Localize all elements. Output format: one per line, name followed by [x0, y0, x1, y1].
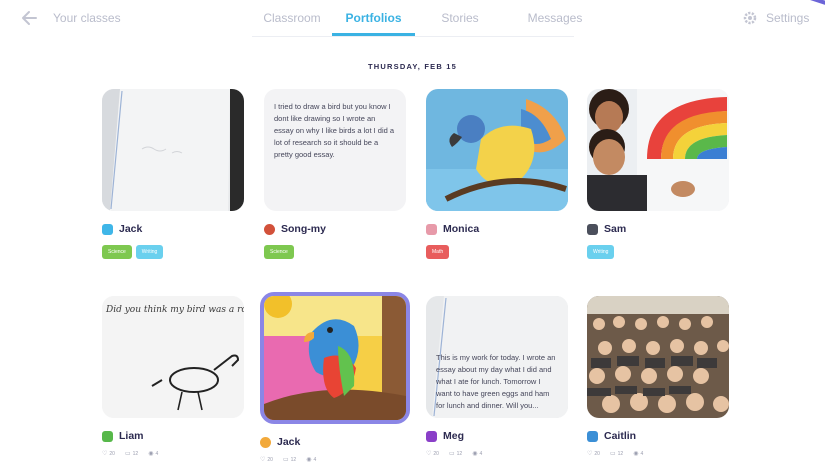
- tag-badge[interactable]: Writing: [135, 245, 164, 259]
- note-text: This is my work for today. I wrote an es…: [436, 353, 556, 410]
- comment-icon: ▭: [124, 451, 131, 457]
- student-name[interactable]: Caitlin: [604, 430, 636, 442]
- post-thumbnail[interactable]: [587, 296, 729, 418]
- tab-bar: Classroom Portfolios Stories Messages: [252, 0, 605, 38]
- settings-link[interactable]: Settings: [766, 11, 809, 25]
- post-stats: ♡ 20 ▭ 12 ◉ 4: [426, 450, 568, 458]
- tab-portfolios[interactable]: Portfolios: [332, 0, 415, 36]
- rainbow-photo-image: [587, 89, 729, 211]
- student-avatar: [102, 223, 113, 235]
- post-thumbnail[interactable]: I tried to draw a bird but you know I do…: [264, 89, 406, 211]
- post-thumbnail[interactable]: [587, 89, 729, 211]
- tag-list: Writing: [587, 245, 729, 260]
- student-avatar: [264, 223, 275, 235]
- student-name[interactable]: Jack: [277, 436, 300, 448]
- student-name[interactable]: Sam: [604, 223, 626, 235]
- student-row: Monica: [426, 221, 568, 237]
- heart-icon: ♡: [587, 451, 593, 457]
- tag-list: Science Writing: [102, 245, 244, 260]
- tab-stories[interactable]: Stories: [415, 0, 505, 36]
- student-row: Song-my: [264, 221, 406, 237]
- student-avatar: [426, 430, 437, 442]
- post-stats: ♡ 20 ▭ 12 ◉ 4: [587, 450, 729, 458]
- likes-stat[interactable]: ♡ 20: [102, 450, 115, 458]
- portfolio-card[interactable]: This is my work for today. I wrote an es…: [426, 296, 568, 457]
- post-thumbnail[interactable]: [102, 89, 244, 211]
- comments-stat[interactable]: ▭ 12: [124, 450, 138, 458]
- parrot-drawing-image: [264, 296, 406, 420]
- comments-stat[interactable]: ▭ 12: [609, 450, 623, 458]
- likes-stat[interactable]: ♡ 20: [587, 450, 600, 458]
- views-stat: ◉ 4: [306, 456, 317, 464]
- comments-stat[interactable]: ▭ 12: [448, 450, 462, 458]
- heart-icon: ♡: [426, 451, 432, 457]
- student-avatar: [260, 436, 271, 448]
- student-name[interactable]: Song-my: [281, 223, 326, 235]
- heart-icon: ♡: [260, 457, 266, 463]
- likes-stat[interactable]: ♡ 20: [426, 450, 439, 458]
- portfolio-card[interactable]: Monica Math: [426, 89, 568, 260]
- student-avatar: [102, 430, 113, 442]
- comment-icon: ▭: [448, 451, 455, 457]
- student-avatar: [426, 223, 437, 235]
- tag-badge[interactable]: Science: [264, 245, 294, 259]
- portfolio-card[interactable]: Caitlin ♡ 20 ▭ 12 ◉ 4: [587, 296, 729, 457]
- post-thumbnail[interactable]: Did you think my bird was a robin or par…: [102, 296, 244, 418]
- tag-badge[interactable]: Math: [426, 245, 450, 259]
- student-row: Jack: [260, 434, 410, 450]
- heart-icon: ♡: [102, 451, 108, 457]
- eye-icon: ◉: [633, 451, 639, 457]
- handwritten-note: Did you think my bird was a robin or par…: [105, 305, 244, 315]
- tab-messages[interactable]: Messages: [505, 0, 605, 36]
- portfolio-card[interactable]: Sam Writing: [587, 89, 729, 260]
- post-stats: ♡ 20 ▭ 12 ◉ 4: [260, 456, 410, 464]
- comments-stat[interactable]: ▭ 12: [282, 456, 296, 464]
- tag-badge[interactable]: Science: [102, 245, 132, 259]
- your-classes-link[interactable]: Your classes: [53, 11, 121, 25]
- gear-icon[interactable]: [742, 10, 758, 26]
- student-name[interactable]: Liam: [119, 430, 144, 442]
- class-photo-image: [587, 296, 729, 418]
- post-thumbnail[interactable]: This is my work for today. I wrote an es…: [426, 296, 568, 418]
- portfolio-card[interactable]: Jack ♡ 20 ▭ 12 ◉ 4: [260, 292, 410, 463]
- date-heading: THURSDAY, FEB 15: [368, 62, 457, 71]
- likes-stat[interactable]: ♡ 20: [260, 456, 273, 464]
- bird-drawing-image: Did you think my bird was a robin or par…: [102, 296, 244, 418]
- student-name[interactable]: Meg: [443, 430, 464, 442]
- tag-badge[interactable]: Writing: [587, 245, 615, 259]
- eye-icon: ◉: [472, 451, 478, 457]
- post-thumbnail[interactable]: [260, 292, 410, 424]
- student-row: Sam: [587, 221, 729, 237]
- portfolio-card[interactable]: Jack Science Writing: [102, 89, 244, 260]
- parrot-painting-image: [426, 89, 568, 211]
- top-navigation: Your classes Classroom Portfolios Storie…: [0, 0, 825, 38]
- note-text: I tried to draw a bird but you know I do…: [274, 102, 395, 159]
- student-name[interactable]: Monica: [443, 223, 479, 235]
- post-thumbnail[interactable]: [426, 89, 568, 211]
- views-stat: ◉ 4: [472, 450, 483, 458]
- back-arrow-icon[interactable]: [20, 10, 38, 26]
- views-stat: ◉ 4: [633, 450, 644, 458]
- post-stats: ♡ 20 ▭ 12 ◉ 4: [102, 450, 244, 458]
- tab-classroom[interactable]: Classroom: [252, 0, 332, 36]
- student-row: Liam: [102, 428, 244, 444]
- comment-icon: ▭: [609, 451, 616, 457]
- student-avatar: [587, 223, 598, 235]
- tag-list: Science: [264, 245, 406, 260]
- views-stat: ◉ 4: [148, 450, 159, 458]
- student-avatar: [587, 430, 598, 442]
- paper-photo-image: [102, 89, 244, 211]
- student-row: Meg: [426, 428, 568, 444]
- portfolio-card[interactable]: I tried to draw a bird but you know I do…: [264, 89, 406, 260]
- eye-icon: ◉: [148, 451, 154, 457]
- comment-icon: ▭: [282, 457, 289, 463]
- tag-list: Math: [426, 245, 568, 260]
- student-name[interactable]: Jack: [119, 223, 142, 235]
- eye-icon: ◉: [306, 457, 312, 463]
- student-row: Caitlin: [587, 428, 729, 444]
- student-row: Jack: [102, 221, 244, 237]
- tab-bar-divider: [252, 36, 574, 37]
- portfolio-card[interactable]: Did you think my bird was a robin or par…: [102, 296, 244, 457]
